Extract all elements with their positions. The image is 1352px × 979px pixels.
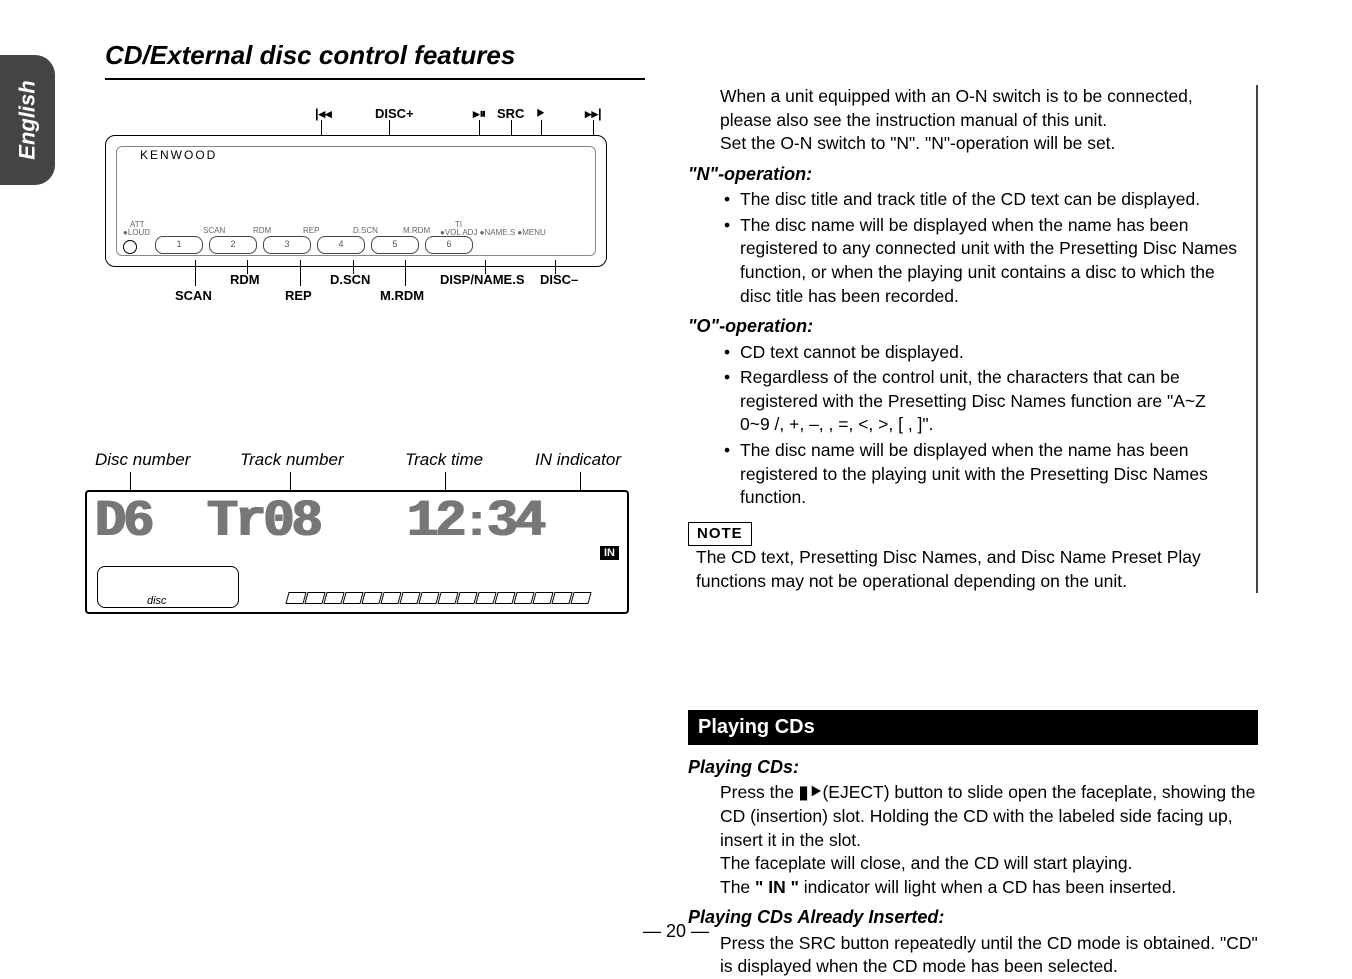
o-bullet-2: Regardless of the control unit, the char…: [728, 366, 1238, 437]
right-column: When a unit equipped with an O-N switch …: [688, 85, 1258, 593]
rdm-tiny: RDM: [253, 226, 271, 235]
preset-btn-5: 5: [371, 236, 419, 254]
title-underline: [105, 78, 645, 80]
n-bullet-2: The disc name will be displayed when the…: [728, 214, 1238, 309]
rdm-label: RDM: [230, 272, 260, 287]
dscn-label: D.SCN: [330, 272, 370, 287]
disc-text: disc: [147, 595, 167, 607]
intro-text-1: When a unit equipped with an O-N switch …: [720, 85, 1238, 132]
o-bullet-3: The disc name will be displayed when the…: [728, 439, 1238, 510]
dispnames-label: DISP/NAME.S: [440, 272, 525, 287]
seg-time: 12:34: [407, 492, 543, 551]
disc-minus-label: DISC–: [540, 272, 578, 287]
display-segment-grid: [287, 592, 607, 606]
preset-button-row: 1 2 3 4 5 6: [155, 236, 479, 254]
o-operation-heading: "O"-operation:: [688, 314, 1238, 338]
pc1a: Press the: [720, 782, 799, 802]
device-figure: |◂◂ DISC+ ▸⏸ SRC ⯈ ▸▸| KENWOOD 1 2 3 4 5…: [85, 100, 625, 330]
seg-disc: D6: [95, 492, 151, 551]
playing-already-text: Press the SRC button repeatedly until th…: [720, 932, 1258, 979]
time-colon-icon: :: [463, 499, 486, 549]
n-operation-heading: "N"-operation:: [688, 162, 1238, 186]
intro-text-2: Set the O-N switch to "N". "N"-operation…: [720, 132, 1238, 156]
note-text: The CD text, Presetting Disc Names, and …: [696, 546, 1238, 593]
track-number-label: Track number: [240, 450, 344, 470]
page-number: — 20 —: [643, 921, 709, 942]
playing-already-heading: Playing CDs Already Inserted:: [688, 905, 1258, 929]
o-bullet-1: CD text cannot be displayed.: [728, 341, 1238, 365]
eject-icon: ▮⯈: [799, 781, 823, 805]
preset-btn-4: 4: [317, 236, 365, 254]
language-tab-label: English: [15, 80, 41, 159]
note-label: NOTE: [688, 522, 752, 546]
seg-track: Tr08: [207, 492, 320, 551]
preset-btn-6: 6: [425, 236, 473, 254]
playing-cds-text: Press the ▮⯈(EJECT) button to slide open…: [720, 781, 1258, 899]
disc-oval-icon: [97, 566, 239, 608]
voladj-tiny: ●VOL ADJ ●NAME.S ●MENU: [440, 228, 546, 237]
disc-number-label: Disc number: [95, 450, 190, 470]
preset-btn-3: 3: [263, 236, 311, 254]
scan-tiny: SCAN: [203, 226, 225, 235]
display-figure: Disc number Track number Track time IN i…: [85, 450, 625, 650]
dscn-tiny: D.SCN: [353, 226, 378, 235]
power-dot-icon: [123, 240, 137, 254]
in-tag: IN: [600, 546, 619, 560]
brand-label: KENWOOD: [140, 148, 217, 162]
playing-cds-heading: Playing CDs:: [688, 755, 1258, 779]
rep-tiny: REP: [303, 226, 319, 235]
page-title: CD/External disc control features: [105, 40, 515, 71]
in-indicator-inline: IN: [768, 877, 786, 897]
display-body: D6 Tr08 12:34 IN disc: [85, 490, 629, 614]
n-bullet-1: The disc title and track title of the CD…: [728, 188, 1238, 212]
left-column: |◂◂ DISC+ ▸⏸ SRC ⯈ ▸▸| KENWOOD 1 2 3 4 5…: [85, 100, 645, 650]
track-time-label: Track time: [405, 450, 483, 470]
loud-label: ●LOUD: [123, 228, 150, 237]
src-label: SRC: [497, 106, 524, 121]
pc3b: indicator will light when a CD has been …: [799, 877, 1176, 897]
language-tab: English: [0, 55, 55, 185]
disc-plus-label: DISC+: [375, 106, 414, 121]
preset-btn-2: 2: [209, 236, 257, 254]
pc2: The faceplate will close, and the CD wil…: [720, 853, 1132, 873]
mrdm-label: M.RDM: [380, 288, 424, 303]
preset-btn-1: 1: [155, 236, 203, 254]
in-indicator-label: IN indicator: [535, 450, 621, 470]
mrdm-tiny: M.RDM: [403, 226, 430, 235]
rep-label: REP: [285, 288, 312, 303]
pc3a: The: [720, 877, 755, 897]
playing-cds-bar: Playing CDs: [688, 710, 1258, 745]
prev-track-icon: |◂◂: [315, 106, 332, 122]
playing-cds-section: Playing CDs Playing CDs: Press the ▮⯈(EJ…: [688, 680, 1258, 979]
scan-label: SCAN: [175, 288, 212, 303]
